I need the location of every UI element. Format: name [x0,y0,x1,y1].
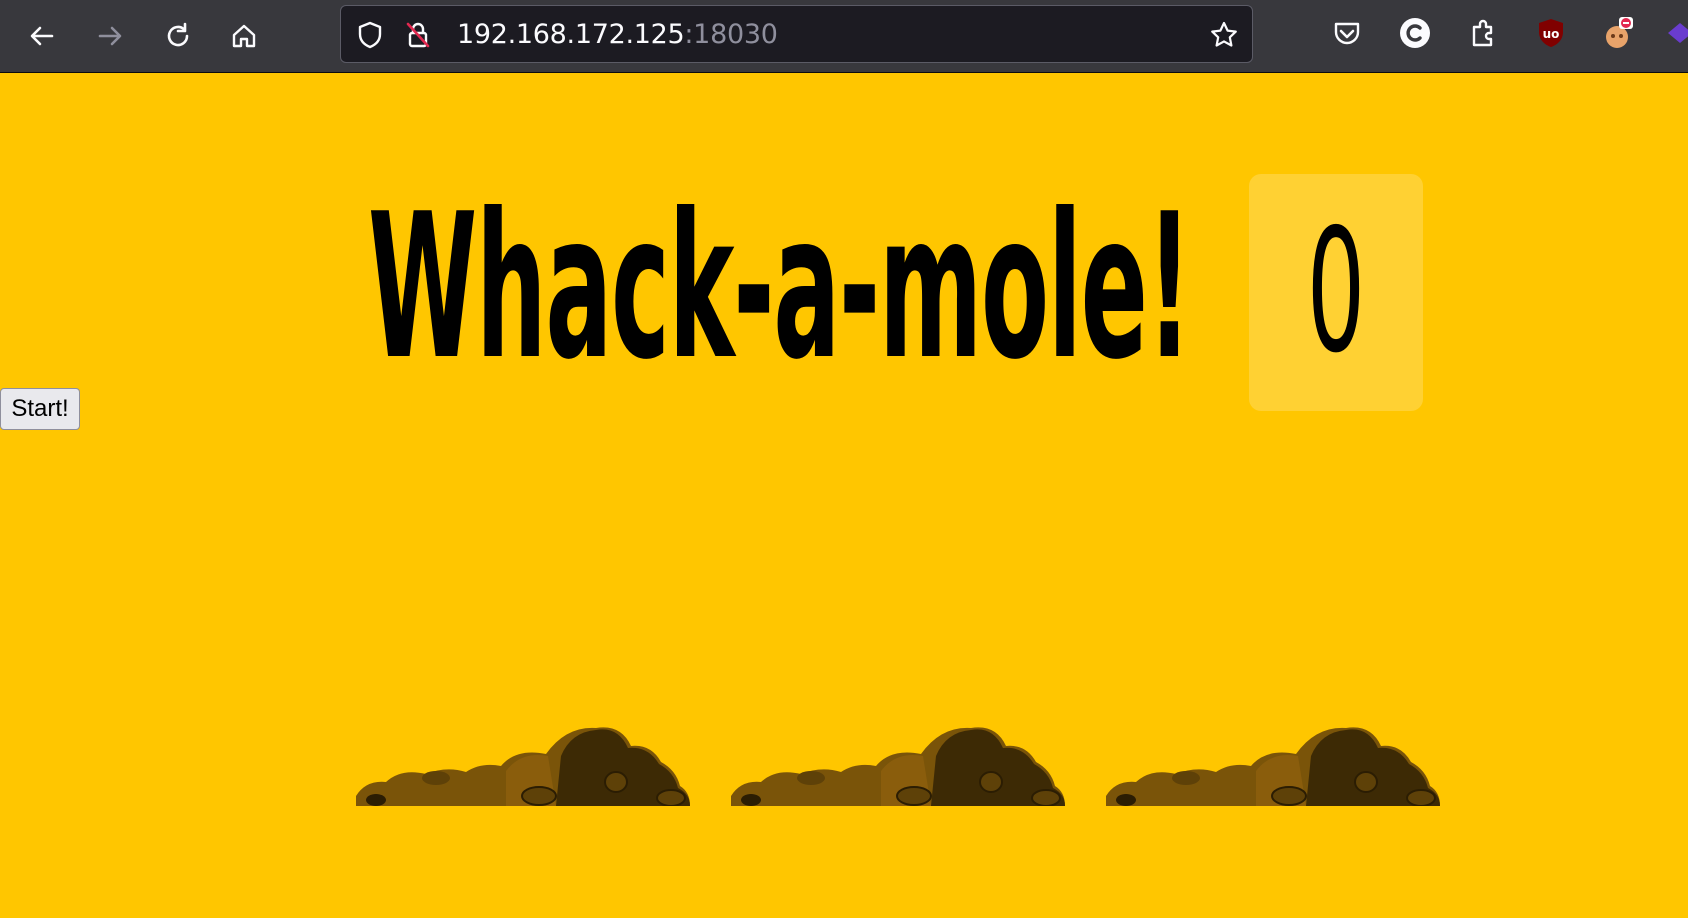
tracking-protection-shield-icon[interactable] [355,20,385,50]
mole-hole-1[interactable] [356,726,690,806]
overflow-extension-icon [1668,23,1688,43]
home-button[interactable] [222,14,266,58]
mole-hole-2[interactable] [731,726,1065,806]
bookmark-star-icon[interactable] [1209,20,1239,50]
insecure-lock-icon[interactable] [403,20,433,50]
extensions-puzzle-icon [1472,19,1493,47]
pocket-icon [1334,22,1360,45]
forward-button[interactable] [88,14,132,58]
start-button[interactable]: Start! [0,388,80,430]
url-host: 192.168.172.125 [457,19,685,50]
score-box: 0 [1249,174,1423,411]
svg-text:uo: uo [1543,27,1560,41]
url-port: :18030 [684,19,778,50]
pocket-button[interactable] [1330,16,1364,50]
c-extension-icon [1400,18,1430,48]
extensions-button[interactable] [1466,16,1500,50]
reload-icon [167,22,189,47]
url-text[interactable]: 192.168.172.125:18030 [457,6,778,64]
mole-hole-3[interactable] [1106,726,1440,806]
home-icon [232,24,256,48]
c-extension-button[interactable] [1398,16,1432,50]
back-button[interactable] [20,14,64,58]
reload-button[interactable] [156,14,200,58]
game-title: Whack-a-mole! [368,171,1192,404]
blocked-extension-button[interactable] [1600,16,1634,50]
url-bar[interactable]: 192.168.172.125:18030 [340,5,1253,63]
blocked-extension-icon [1606,17,1633,48]
browser-toolbar: 192.168.172.125:18030 uo [0,0,1688,73]
ublock-origin-button[interactable]: uo [1534,16,1568,50]
ublock-origin-icon: uo [1539,19,1563,47]
overflow-extension-button[interactable] [1664,16,1688,50]
score-value: 0 [1306,193,1366,391]
forward-arrow-icon [98,26,122,46]
back-arrow-icon [30,26,54,46]
